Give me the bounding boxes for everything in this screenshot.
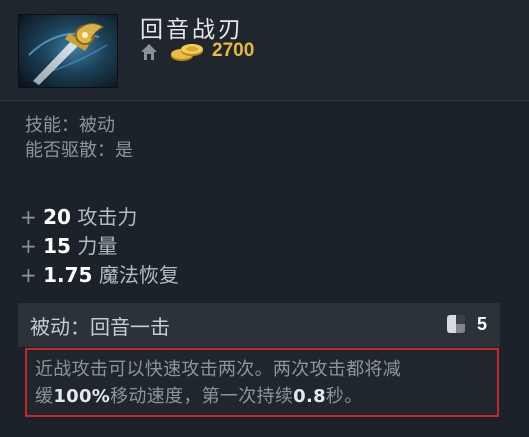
tooltip-header: 回音战刃 2700 [0,0,529,101]
desc-line-1: 近战攻击可以快速攻击两次。两次攻击都将减 [35,359,401,380]
stat-plus: + [20,205,37,229]
stat-value: 15 [43,234,71,258]
stat-row-strength: + 15 力量 [20,232,179,261]
home-shop-icon [141,44,157,60]
stat-value: 1.75 [43,263,93,287]
dispellable: 能否驱散：是 [25,140,133,161]
stat-value: 20 [43,205,71,229]
ability-description: 近战攻击可以快速攻击两次。两次攻击都将减 缓100%移动速度，第一次持续0.8秒… [25,348,499,417]
gold-cost: 2700 [212,40,255,61]
stat-row-damage: + 20 攻击力 [20,203,179,232]
stat-plus: + [20,263,37,287]
stat-label: 魔法恢复 [98,263,179,287]
ability-header: 被动：回音一击 5 [18,303,500,347]
desc-prefix: 缓 [35,386,54,407]
item-properties: 技能：被动 能否驱散：是 [25,113,133,163]
item-stats: + 20 攻击力 + 15 力量 + 1.75 魔法恢复 [20,203,179,290]
cooldown-icon [447,315,465,333]
desc-suffix: 秒。 [325,386,363,407]
cooldown-value: 5 [477,314,488,334]
stat-row-mana-regen: + 1.75 魔法恢复 [20,261,179,290]
stat-plus: + [20,234,37,258]
desc-duration-value: 0.8 [293,386,326,407]
ability-type: 技能：被动 [25,115,115,136]
item-name: 回音战刃 [140,17,244,43]
desc-slow-value: 100% [53,386,111,407]
stat-label: 攻击力 [77,205,138,229]
gold-coins-icon [171,44,203,61]
echo-sabre-icon [18,14,118,88]
item-tooltip: 回音战刃 2700 技能：被动 能否驱散：是 + 20 攻击力 + 15 力量 [0,0,529,437]
desc-mid: 移动速度，第一次持续 [110,386,294,407]
ability-title: 被动：回音一击 [30,315,170,339]
stat-label: 力量 [77,234,118,258]
